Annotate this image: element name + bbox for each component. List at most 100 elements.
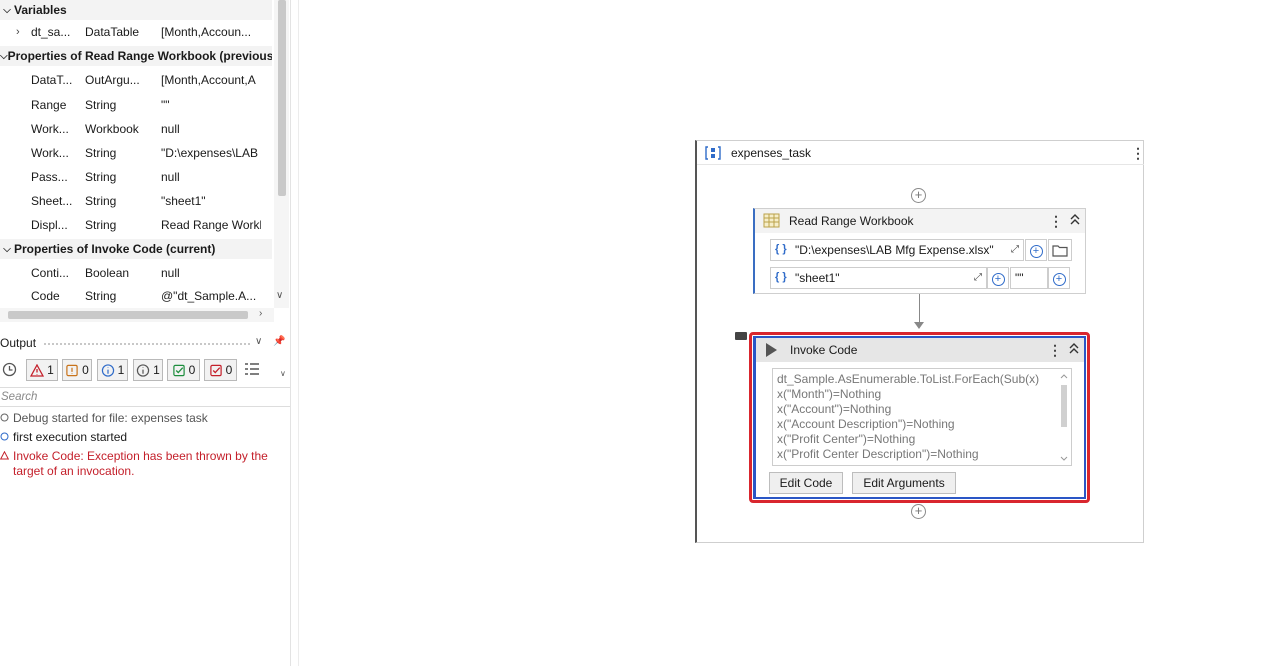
ic-properties-title: Properties of Invoke Code (current): [14, 242, 216, 256]
rrw-properties-header[interactable]: ⌵ Properties of Read Range Workbook (pre…: [0, 46, 272, 66]
property-type: Workbook: [85, 122, 139, 136]
property-value: "sheet1": [161, 194, 206, 208]
clock-icon[interactable]: [2, 362, 17, 380]
workbook-path-value: "D:\expenses\LAB Mfg Expense.xlsx": [795, 243, 994, 257]
log-entry-text: Debug started for file: expenses task: [13, 411, 208, 425]
expand-editor-icon[interactable]: ⤢: [974, 272, 982, 283]
add-variable-button[interactable]: +: [1025, 239, 1047, 261]
trace-filter-button[interactable]: 1: [133, 359, 163, 381]
variables-section-title: Variables: [14, 3, 67, 17]
plus-circle-icon: +: [1052, 273, 1066, 286]
chevron-right-icon[interactable]: ›: [259, 308, 262, 319]
trace-count: 1: [153, 363, 160, 377]
more-options-icon[interactable]: ⋮: [1048, 343, 1062, 357]
activity-header[interactable]: Invoke Code ⋮: [756, 338, 1084, 362]
log-entry[interactable]: Invoke Code: Exception has been thrown b…: [0, 449, 285, 479]
chevron-down-icon[interactable]: ∨: [255, 336, 262, 347]
trace-icon: [136, 363, 150, 377]
horizontal-scrollbar[interactable]: ›: [0, 308, 274, 322]
property-type: Boolean: [85, 266, 130, 280]
variable-row[interactable]: › dt_sa... DataTable [Month,Accoun...: [0, 20, 272, 44]
plus-circle-icon: +: [1029, 245, 1043, 258]
rrw-properties-title: Properties of Read Range Workbook (previ…: [7, 49, 272, 63]
activity-header[interactable]: Read Range Workbook ⋮: [755, 209, 1085, 233]
property-row[interactable]: Work... String "D:\expenses\LAB: [0, 141, 272, 165]
property-row[interactable]: Conti... Boolean null: [0, 261, 272, 285]
range-value: "": [1015, 271, 1024, 285]
error-icon: [30, 363, 45, 377]
property-row[interactable]: Code String @"dt_Sample.A...: [0, 284, 272, 308]
property-name: Pass...: [31, 170, 68, 184]
connector-arrow-icon: [914, 322, 924, 329]
edit-arguments-button[interactable]: Edit Arguments: [852, 472, 956, 494]
log-entry[interactable]: first execution started: [0, 430, 285, 445]
property-value: null: [161, 170, 180, 184]
range-field[interactable]: "": [1010, 267, 1048, 289]
property-row[interactable]: Displ... String Read Range Workl: [0, 213, 272, 237]
success-count: 0: [188, 363, 196, 377]
chevron-down-icon[interactable]: ⌵: [0, 244, 14, 255]
more-options-icon[interactable]: ⋮: [1131, 146, 1145, 160]
warnings-filter-button[interactable]: 0: [62, 359, 92, 381]
add-variable-button[interactable]: +: [987, 267, 1009, 289]
browse-folder-button[interactable]: [1048, 239, 1072, 261]
property-row[interactable]: DataT... OutArgu... [Month,Account,A: [0, 68, 272, 92]
add-variable-button[interactable]: +: [1048, 267, 1070, 289]
output-panel: Output ∨ 📌 1 0 1 1 0 0 ∨ Search Debug st…: [0, 332, 290, 666]
scrollbar-thumb[interactable]: [8, 311, 248, 319]
success-filter-button[interactable]: 0: [167, 359, 200, 381]
collapse-icon[interactable]: [1068, 341, 1080, 358]
property-row[interactable]: Work... Workbook null: [0, 117, 272, 141]
property-row[interactable]: Sheet... String "sheet1": [0, 189, 272, 213]
info-filter-button[interactable]: 1: [97, 359, 128, 381]
more-options-icon[interactable]: ⋮: [1049, 214, 1063, 228]
property-name: Conti...: [31, 266, 70, 280]
output-search-input[interactable]: Search: [0, 387, 290, 407]
chevron-down-icon[interactable]: ∨: [280, 369, 286, 378]
read-range-workbook-activity[interactable]: Read Range Workbook ⋮ { } "D:\expenses\L…: [753, 208, 1086, 294]
property-name: Range: [31, 98, 67, 112]
sequence-header[interactable]: expenses_task ⋮: [697, 141, 1145, 165]
property-value: Read Range Workl: [161, 218, 261, 232]
sheet-name-field[interactable]: { } "sheet1" ⤢: [770, 267, 987, 289]
add-activity-icon[interactable]: +: [911, 188, 926, 203]
expand-editor-icon[interactable]: ⤢: [1011, 244, 1019, 255]
scrollbar-thumb[interactable]: [278, 0, 286, 196]
check-icon: [172, 364, 185, 376]
property-value: "D:\expenses\LAB: [161, 146, 258, 160]
log-entry[interactable]: Debug started for file: expenses task: [0, 411, 285, 426]
chevron-down-icon[interactable]: ⌵: [0, 51, 8, 62]
folder-icon: [1052, 245, 1068, 257]
chevron-right-icon[interactable]: ›: [16, 26, 20, 38]
property-name: Work...: [31, 146, 69, 160]
property-value: "": [161, 98, 170, 112]
info-icon: [0, 431, 9, 446]
collapse-icon[interactable]: [1069, 212, 1081, 229]
breakpoint-marker[interactable]: [735, 332, 747, 340]
log-entry-text: Invoke Code: Exception has been thrown b…: [13, 449, 268, 478]
property-type: String: [85, 146, 117, 160]
chevron-down-icon[interactable]: ∨: [276, 290, 283, 301]
invoke-code-activity[interactable]: Invoke Code ⋮ dt_Sample.AsEnumerable.ToL…: [753, 336, 1086, 499]
chevron-down-icon[interactable]: ⌵: [0, 5, 14, 16]
list-options-icon[interactable]: [244, 361, 262, 380]
info-count: 1: [117, 363, 125, 377]
variables-section-header[interactable]: ⌵ Variables: [0, 0, 272, 20]
plus-circle-icon: +: [991, 273, 1005, 286]
property-value: null: [161, 266, 180, 280]
pin-icon[interactable]: 📌: [273, 336, 285, 347]
vertical-scrollbar[interactable]: ∨: [274, 0, 289, 308]
sequence-title: expenses_task: [731, 146, 812, 160]
edit-code-button[interactable]: Edit Code: [769, 472, 843, 494]
workbook-path-field[interactable]: { } "D:\expenses\LAB Mfg Expense.xlsx" ⤢: [770, 239, 1024, 261]
property-row[interactable]: Pass... String null: [0, 165, 272, 189]
code-scrollbar[interactable]: [1059, 371, 1069, 465]
failed-filter-button[interactable]: 0: [204, 359, 237, 381]
ic-properties-header[interactable]: ⌵ Properties of Invoke Code (current): [0, 239, 272, 259]
code-preview-box[interactable]: dt_Sample.AsEnumerable.ToList.ForEach(Su…: [772, 368, 1072, 466]
add-activity-icon[interactable]: +: [911, 504, 926, 519]
panel-drag-handle[interactable]: [44, 343, 250, 345]
property-row[interactable]: Range String "": [0, 93, 272, 117]
errors-filter-button[interactable]: 1: [26, 359, 58, 381]
output-title: Output: [0, 336, 37, 350]
